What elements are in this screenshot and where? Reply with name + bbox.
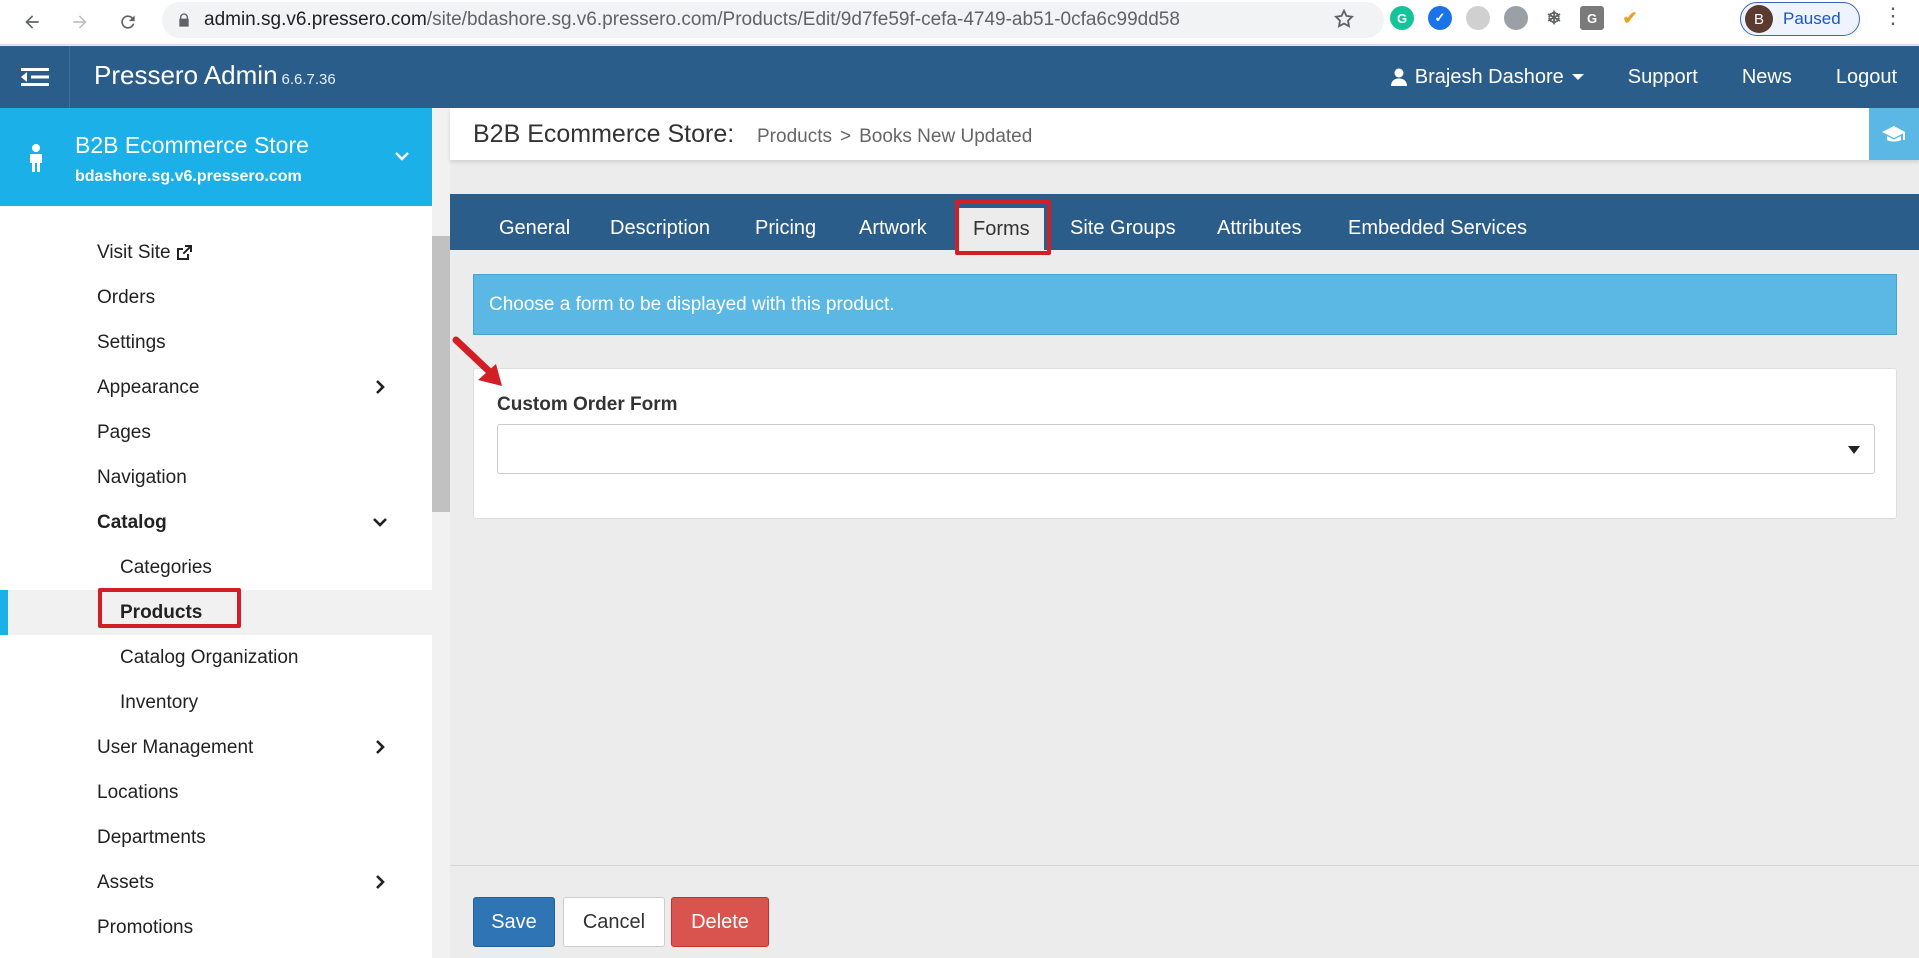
main-content: B2B Ecommerce Store: Products > Books Ne…	[450, 108, 1919, 958]
form-card: Custom Order Form	[473, 368, 1897, 519]
browser-menu-icon[interactable]: ⋮	[1882, 5, 1904, 30]
url-path: /site/bdashore.sg.v6.pressero.com/Produc…	[426, 9, 1180, 30]
menu-toggle-icon[interactable]	[0, 46, 70, 108]
address-bar[interactable]: admin.sg.v6.pressero.com/site/bdashore.s…	[162, 2, 1384, 38]
sidebar-scrollbar-thumb[interactable]	[432, 236, 450, 512]
profile-chip[interactable]: B Paused	[1740, 2, 1860, 36]
chevron-right-icon	[376, 740, 385, 754]
lock-icon	[179, 13, 189, 27]
user-name: Brajesh Dashore	[1414, 65, 1564, 88]
chat-bubble-extension-icon[interactable]	[1504, 6, 1528, 30]
tab-general[interactable]: General	[499, 194, 570, 250]
sidebar-item-orders[interactable]: Orders	[0, 275, 432, 320]
sidebar-item-promotions[interactable]: Promotions	[0, 905, 432, 950]
store-domain: bdashore.sg.v6.pressero.com	[75, 168, 302, 185]
info-alert: Choose a form to be displayed with this …	[473, 274, 1897, 335]
tab-embedded-services[interactable]: Embedded Services	[1348, 194, 1527, 250]
store-switcher[interactable]: B2B Ecommerce Store bdashore.sg.v6.press…	[0, 108, 432, 206]
breadcrumb: Products > Books New Updated	[757, 126, 1032, 148]
page-header: B2B Ecommerce Store: Products > Books Ne…	[450, 108, 1919, 160]
grammarly-icon[interactable]: G	[1390, 6, 1414, 30]
sidebar-item-products[interactable]: Products	[0, 590, 432, 635]
tab-description[interactable]: Description	[610, 194, 710, 250]
profile-status: Paused	[1783, 9, 1841, 28]
back-icon[interactable]	[12, 2, 52, 42]
news-link[interactable]: News	[1742, 66, 1792, 89]
app-version: 6.6.7.36	[281, 71, 336, 88]
sidebar-item-categories[interactable]: Categories	[0, 545, 432, 590]
snowflake-extension-icon[interactable]: ❄	[1542, 6, 1566, 30]
sidebar-item-assets[interactable]: Assets	[0, 860, 432, 905]
graduation-cap-icon[interactable]	[1869, 108, 1919, 160]
sidebar-item-inventory[interactable]: Inventory	[0, 680, 432, 725]
custom-order-form-select[interactable]	[497, 424, 1875, 474]
chevron-down-icon	[395, 152, 409, 161]
bookmark-star-icon[interactable]	[1333, 8, 1355, 30]
breadcrumb-products[interactable]: Products	[757, 126, 832, 148]
sidebar-item-pages[interactable]: Pages	[0, 410, 432, 455]
sidebar: B2B Ecommerce Store bdashore.sg.v6.press…	[0, 108, 432, 958]
breadcrumb-current: Books New Updated	[859, 126, 1033, 147]
caret-down-icon	[1571, 74, 1584, 80]
sidebar-item-locations[interactable]: Locations	[0, 770, 432, 815]
sidebar-item-departments[interactable]: Departments	[0, 815, 432, 860]
avatar: B	[1745, 5, 1773, 33]
app-title: Pressero Admin 6.6.7.36	[94, 60, 336, 90]
tab-forms[interactable]: Forms	[959, 208, 1044, 250]
logout-link[interactable]: Logout	[1836, 66, 1897, 89]
chevron-right-icon	[376, 875, 385, 889]
tab-artwork[interactable]: Artwork	[859, 194, 927, 250]
user-icon	[1390, 68, 1407, 86]
forward-icon[interactable]	[60, 2, 100, 42]
reload-icon[interactable]	[108, 2, 148, 42]
cancel-button[interactable]: Cancel	[563, 897, 665, 947]
url-host: admin.sg.v6.pressero.com	[204, 9, 427, 30]
sidebar-item-catalog-organization[interactable]: Catalog Organization	[0, 635, 432, 680]
tick-extension-icon[interactable]: ✔	[1618, 6, 1642, 30]
sidebar-item-navigation[interactable]: Navigation	[0, 455, 432, 500]
support-link[interactable]: Support	[1628, 66, 1698, 89]
user-menu[interactable]: Brajesh Dashore	[1390, 65, 1584, 89]
tab-pricing[interactable]: Pricing	[755, 194, 816, 250]
custom-order-form-label: Custom Order Form	[497, 394, 678, 415]
page-title: B2B Ecommerce Store:	[473, 120, 735, 148]
store-name: B2B Ecommerce Store	[75, 132, 309, 158]
g-extension-icon[interactable]: G	[1580, 6, 1604, 30]
action-footer: Save Cancel Delete	[450, 865, 1919, 958]
sidebar-item-settings[interactable]: Settings	[0, 320, 432, 365]
app-header: Pressero Admin 6.6.7.36 Brajesh Dashore S…	[0, 46, 1919, 108]
tab-site-groups[interactable]: Site Groups	[1070, 194, 1176, 250]
chevron-down-icon	[373, 518, 387, 527]
browser-toolbar: admin.sg.v6.pressero.com/site/bdashore.s…	[0, 0, 1919, 45]
person-icon	[30, 144, 42, 172]
sidebar-item-visit-site[interactable]: Visit Site	[0, 230, 432, 275]
checkmark-extension-icon[interactable]: ✓	[1428, 6, 1452, 30]
product-tabs: General Description Pricing Artwork Form…	[450, 194, 1919, 250]
circle-extension-icon[interactable]	[1466, 6, 1490, 30]
tab-attributes[interactable]: Attributes	[1217, 194, 1301, 250]
save-button[interactable]: Save	[473, 897, 555, 947]
sidebar-item-user-management[interactable]: User Management	[0, 725, 432, 770]
sidebar-item-appearance[interactable]: Appearance	[0, 365, 432, 410]
sidebar-nav: Visit Site Orders Settings Appearance Pa…	[0, 230, 432, 950]
caret-down-icon	[1848, 446, 1860, 454]
external-link-icon	[176, 244, 192, 260]
delete-button[interactable]: Delete	[671, 897, 769, 947]
breadcrumb-separator: >	[839, 126, 852, 147]
sidebar-item-catalog[interactable]: Catalog	[0, 500, 432, 545]
chevron-right-icon	[376, 380, 385, 394]
